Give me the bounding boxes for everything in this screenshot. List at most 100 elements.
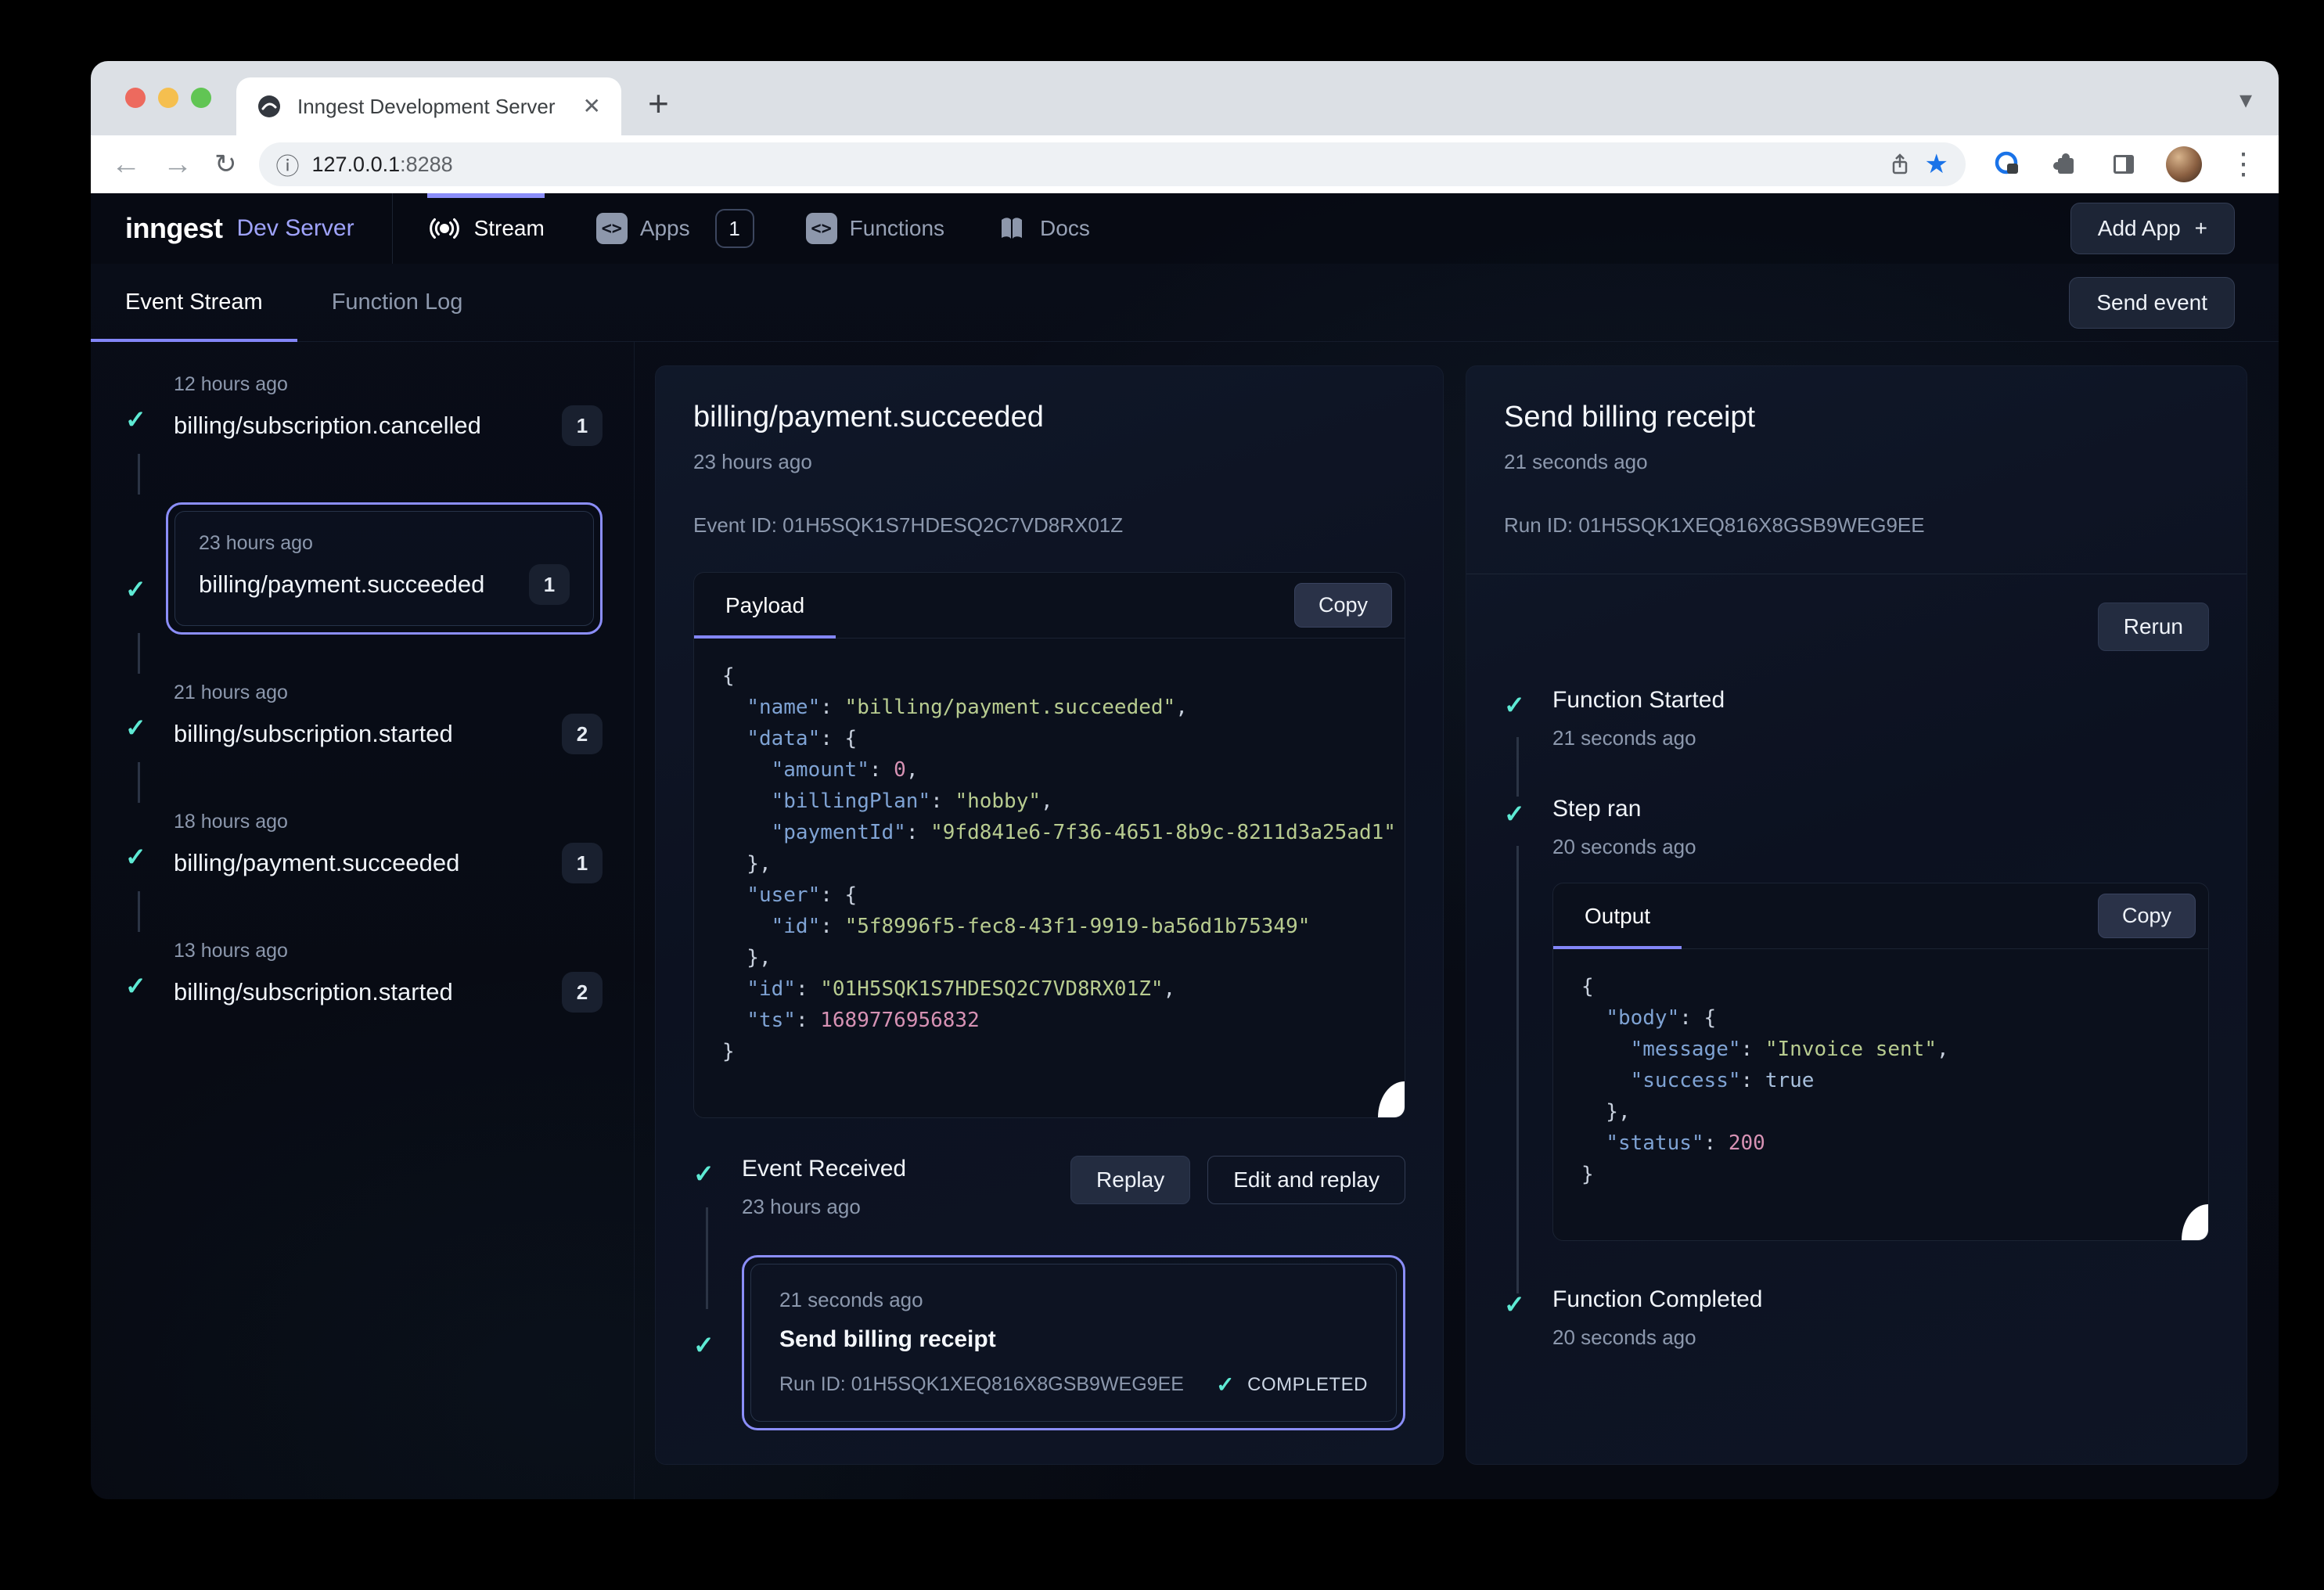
tab-event-stream[interactable]: Event Stream <box>91 264 297 341</box>
add-app-button[interactable]: Add App + <box>2070 203 2235 254</box>
event-detail-title: billing/payment.succeeded <box>693 401 1405 434</box>
nav-item-label: Stream <box>474 216 545 241</box>
address-bar[interactable]: ⓘ 127.0.0.1:8288 ★ <box>259 142 1966 186</box>
profile-avatar[interactable] <box>2166 146 2202 182</box>
side-panel-icon[interactable] <box>2108 149 2139 180</box>
logo-wordmark: inngest <box>125 212 223 245</box>
event-time: 12 hours ago <box>174 373 603 396</box>
browser-toolbar: ← → ↻ ⓘ 127.0.0.1:8288 ★ <box>91 135 2279 193</box>
payload-json[interactable]: { "name": "billing/payment.succeeded", "… <box>694 639 1405 1117</box>
run-detail-title: Send billing receipt <box>1504 401 2209 434</box>
nav-item-apps[interactable]: <> Apps 1 <box>596 193 754 264</box>
browser-window: Inngest Development Server ✕ + ▾ ← → ↻ ⓘ… <box>91 61 2279 1499</box>
run-detail-header: Send billing receipt 21 seconds ago Run … <box>1466 366 2247 574</box>
close-tab-icon[interactable]: ✕ <box>583 95 601 117</box>
payload-tab[interactable]: Payload <box>694 573 836 638</box>
run-detail-time: 21 seconds ago <box>1504 450 2209 474</box>
event-list: ✓12 hours agobilling/subscription.cancel… <box>91 342 635 1499</box>
run-card-run-id: Run ID: 01H5SQK1XEQ816X8GSB9WEG9EE <box>779 1373 1184 1396</box>
event-detail-panel: billing/payment.succeeded 23 hours ago E… <box>655 365 1444 1465</box>
output-json[interactable]: { "body": { "message": "Invoice sent", "… <box>1553 949 2208 1240</box>
nav-item-docs[interactable]: Docs <box>996 193 1090 264</box>
run-card-time: 21 seconds ago <box>779 1288 1368 1312</box>
forward-button[interactable]: → <box>163 149 192 179</box>
extensions-puzzle-icon[interactable] <box>2050 149 2081 180</box>
stream-broadcast-icon <box>427 211 462 246</box>
stream-content: ✓12 hours agobilling/subscription.cancel… <box>91 342 2279 1499</box>
payload-copy-button[interactable]: Copy <box>1294 583 1392 628</box>
output-tab[interactable]: Output <box>1553 883 1682 948</box>
event-list-item[interactable]: ✓ 23 hours agobilling/payment.succeeded1 <box>125 502 603 635</box>
url-text[interactable]: 127.0.0.1:8288 <box>312 153 453 177</box>
window-controls[interactable] <box>125 88 211 108</box>
favicon-icon <box>257 94 282 119</box>
check-icon: ✓ <box>1216 1372 1235 1398</box>
zoom-window-button[interactable] <box>191 88 211 108</box>
step-step-ran: ✓ Step ran 20 seconds ago Output Copy <box>1504 796 2209 1241</box>
event-list-item[interactable]: ✓18 hours agobilling/payment.succeeded1 <box>125 811 603 883</box>
output-copy-button[interactable]: Copy <box>2098 894 2196 938</box>
event-list-item[interactable]: ✓12 hours agobilling/subscription.cancel… <box>125 373 603 446</box>
password-manager-icon[interactable] <box>1992 149 2024 180</box>
event-count-badge: 1 <box>562 843 603 883</box>
tab-function-log[interactable]: Function Log <box>297 264 498 341</box>
nav-item-functions[interactable]: <> Functions <box>806 193 944 264</box>
event-count-badge: 1 <box>562 405 603 446</box>
close-window-button[interactable] <box>125 88 146 108</box>
reload-button[interactable]: ↻ <box>214 151 237 178</box>
site-info-icon[interactable]: ⓘ <box>276 147 300 182</box>
back-button[interactable]: ← <box>111 149 141 179</box>
stream-tab-bar: Event Stream Function Log Send event <box>91 264 2279 342</box>
check-icon: ✓ <box>1504 690 1525 720</box>
check-icon: ✓ <box>125 842 146 872</box>
run-card-function-name: Send billing receipt <box>779 1326 1368 1353</box>
step-time: 21 seconds ago <box>1552 726 2209 750</box>
check-icon: ✓ <box>1504 799 1525 829</box>
rerun-button[interactable]: Rerun <box>2098 603 2209 651</box>
tab-search-chevron-icon[interactable]: ▾ <box>2239 85 2252 114</box>
new-tab-button[interactable]: + <box>648 85 669 121</box>
replay-button[interactable]: Replay <box>1070 1156 1190 1204</box>
payload-card-header: Payload Copy <box>694 573 1405 639</box>
event-time: 18 hours ago <box>174 811 603 833</box>
step-label: Function Started <box>1552 687 2209 714</box>
apps-count-badge: 1 <box>715 209 754 248</box>
event-name: billing/subscription.started <box>174 978 453 1006</box>
run-detail-panel: Send billing receipt 21 seconds ago Run … <box>1466 365 2247 1465</box>
browser-tab[interactable]: Inngest Development Server ✕ <box>236 77 621 135</box>
output-card: Output Copy { "body": { "message": "Invo… <box>1552 883 2209 1241</box>
edit-and-replay-button[interactable]: Edit and replay <box>1207 1156 1405 1204</box>
docs-book-icon <box>996 213 1027 244</box>
event-time: 21 hours ago <box>174 682 603 704</box>
bookmark-star-icon[interactable]: ★ <box>1925 151 1948 178</box>
nav-item-stream[interactable]: Stream <box>427 193 545 264</box>
function-run-card[interactable]: 21 seconds ago Send billing receipt Run … <box>742 1255 1405 1430</box>
share-icon[interactable] <box>1887 152 1912 177</box>
event-detail-time: 23 hours ago <box>693 450 1405 474</box>
check-icon: ✓ <box>125 713 146 743</box>
browser-tab-strip: Inngest Development Server ✕ + ▾ <box>91 61 2279 135</box>
event-id: Event ID: 01H5SQK1S7HDESQ2C7VD8RX01Z <box>693 513 1405 538</box>
event-list-item[interactable]: ✓21 hours agobilling/subscription.starte… <box>125 682 603 754</box>
selected-event-card[interactable]: 23 hours agobilling/payment.succeeded1 <box>166 502 603 635</box>
apps-code-icon: <> <box>596 213 628 244</box>
browser-menu-icon[interactable]: ⋮ <box>2229 149 2258 179</box>
step-time: 20 seconds ago <box>1552 835 2209 859</box>
check-icon: ✓ <box>693 1330 714 1360</box>
run-status-label: COMPLETED <box>1247 1374 1368 1396</box>
logo-subtitle: Dev Server <box>237 215 354 242</box>
event-list-item[interactable]: ✓13 hours agobilling/subscription.starte… <box>125 940 603 1013</box>
event-name: billing/payment.succeeded <box>199 570 484 599</box>
step-label: Step ran <box>1552 796 2209 822</box>
timeline-event-received: ✓ Event Received 23 hours ago Replay Edi… <box>693 1156 1405 1219</box>
send-event-button[interactable]: Send event <box>2069 277 2235 329</box>
check-icon: ✓ <box>1504 1290 1525 1319</box>
nav-items: Stream <> Apps 1 <> Functions <box>427 193 1090 264</box>
timeline-connector <box>1516 846 1519 1293</box>
minimize-window-button[interactable] <box>158 88 178 108</box>
toolbar-extensions: ⋮ <box>1992 146 2258 182</box>
tab-title: Inngest Development Server <box>297 95 567 119</box>
event-timeline: ✓ Event Received 23 hours ago Replay Edi… <box>693 1156 1405 1430</box>
check-icon: ✓ <box>125 574 146 604</box>
event-time: 13 hours ago <box>174 940 603 962</box>
